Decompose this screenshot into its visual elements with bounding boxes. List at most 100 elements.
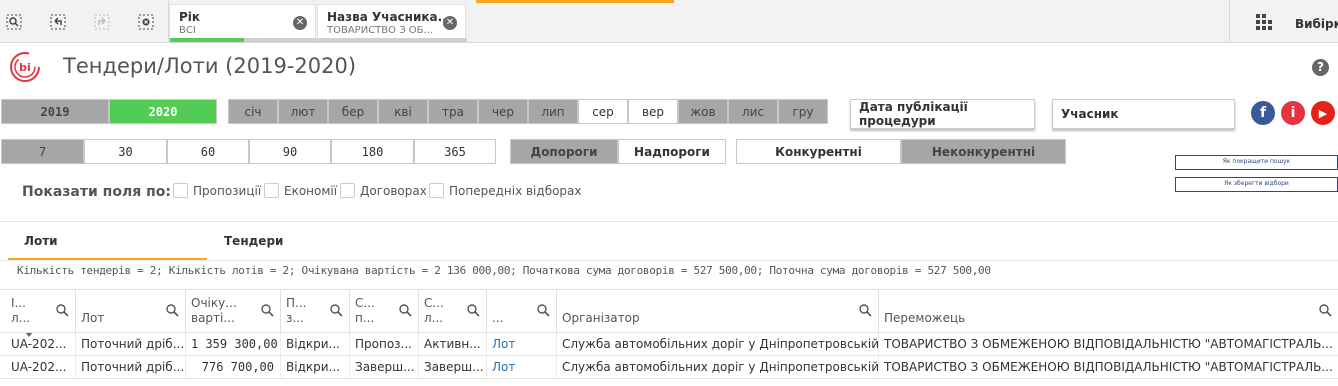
- column-title: п...: [355, 311, 375, 325]
- checkbox-box[interactable]: [340, 183, 355, 198]
- divider: [0, 260, 1338, 261]
- column-title: з...: [286, 311, 304, 325]
- checkbox-label: Пропозиції: [193, 183, 262, 198]
- bi-logo-icon: bi: [10, 52, 40, 82]
- days-button[interactable]: 30: [84, 139, 167, 164]
- search-icon[interactable]: [56, 304, 69, 317]
- month-button[interactable]: гру: [778, 99, 828, 124]
- search-icon[interactable]: [399, 304, 412, 317]
- youtube-icon[interactable]: ▶: [1311, 101, 1335, 125]
- lot-link[interactable]: Лот: [487, 333, 557, 355]
- table-cell[interactable]: Активн...: [419, 333, 487, 355]
- column-header-organizer[interactable]: Організатор: [557, 290, 879, 332]
- step-back-icon[interactable]: [45, 9, 71, 35]
- column-header-link[interactable]: ...: [487, 290, 557, 332]
- checkbox-prequalification[interactable]: Попередніх відборах: [429, 183, 582, 198]
- days-button[interactable]: 180: [331, 139, 414, 164]
- month-button[interactable]: сер: [578, 99, 628, 124]
- days-button[interactable]: 60: [167, 139, 249, 164]
- table-cell[interactable]: UA-202...: [6, 356, 76, 378]
- table-cell[interactable]: Відкри...: [281, 333, 350, 355]
- table-cell[interactable]: Заверш...: [419, 356, 487, 378]
- search-icon[interactable]: [859, 304, 872, 317]
- month-button[interactable]: лют: [278, 99, 328, 124]
- column-title: ...: [492, 311, 504, 325]
- column-header-lot[interactable]: Лот: [76, 290, 186, 332]
- month-button[interactable]: кві: [378, 99, 428, 124]
- checkbox-contracts[interactable]: Договорах: [340, 183, 427, 198]
- year-2019-button[interactable]: 2019: [1, 99, 109, 124]
- publication-date-dropdown[interactable]: Дата публікації процедури: [850, 99, 1035, 129]
- month-button[interactable]: січ: [228, 99, 278, 124]
- selections-button[interactable]: Вибірки: [1295, 17, 1338, 31]
- search-icon[interactable]: [261, 304, 274, 317]
- checkbox-box[interactable]: [173, 183, 188, 198]
- selection-state-bar: [170, 38, 244, 42]
- help-icon[interactable]: ?: [1312, 59, 1329, 76]
- table-cell[interactable]: Пропоз...: [350, 333, 419, 355]
- step-forward-icon[interactable]: [89, 9, 115, 35]
- table-cell[interactable]: ТОВАРИСТВО З ОБМЕЖЕНОЮ ВІДПОВІДАЛЬНІСТЮ …: [879, 333, 1338, 355]
- table-cell[interactable]: Поточний дріб...: [76, 356, 186, 378]
- search-icon[interactable]: [330, 304, 343, 317]
- tab-tenders[interactable]: Тендери: [224, 234, 283, 248]
- year-2020-button[interactable]: 2020: [109, 99, 217, 124]
- table-cell[interactable]: Відкри...: [281, 356, 350, 378]
- month-button[interactable]: лип: [528, 99, 578, 124]
- table-cell[interactable]: Служба автомобільних доріг у Дніпропетро…: [557, 333, 879, 355]
- search-icon[interactable]: [537, 304, 550, 317]
- month-button[interactable]: вер: [628, 99, 678, 124]
- participant-dropdown[interactable]: Учасник: [1052, 99, 1235, 129]
- month-button[interactable]: тра: [428, 99, 478, 124]
- month-button[interactable]: жов: [678, 99, 728, 124]
- column-header-procedure[interactable]: П... з...: [281, 290, 350, 332]
- column-header-status-lot[interactable]: С... л...: [419, 290, 487, 332]
- column-header-winner[interactable]: Переможець: [879, 290, 1338, 332]
- close-icon[interactable]: ✕: [443, 16, 457, 30]
- table-cell[interactable]: 776 700,00: [186, 356, 281, 378]
- checkbox-box[interactable]: [429, 183, 444, 198]
- clear-selections-icon[interactable]: [133, 9, 159, 35]
- month-button[interactable]: лис: [728, 99, 778, 124]
- competitive-button[interactable]: Конкурентні: [736, 139, 901, 164]
- selection-chip-year[interactable]: Рік ВСІ ✕: [169, 4, 317, 42]
- tab-lots[interactable]: Лоти: [24, 234, 58, 248]
- checkbox-proposals[interactable]: Пропозиції: [173, 183, 261, 198]
- search-icon[interactable]: [1319, 304, 1332, 317]
- column-header-id[interactable]: І... л...: [6, 290, 76, 332]
- below-threshold-button[interactable]: Допороги: [510, 139, 618, 164]
- table-cell[interactable]: Заверш...: [350, 356, 419, 378]
- table-cell[interactable]: UA-202...: [6, 333, 76, 355]
- table-cell[interactable]: Поточний дріб...: [76, 333, 186, 355]
- days-button[interactable]: 365: [414, 139, 496, 164]
- month-button[interactable]: чер: [478, 99, 528, 124]
- month-button[interactable]: бер: [328, 99, 378, 124]
- days-button[interactable]: 7: [1, 139, 84, 164]
- column-header-expected-value[interactable]: Очіку... варті...: [186, 290, 281, 332]
- table-cell[interactable]: Служба автомобільних доріг у Дніпропетро…: [557, 356, 879, 378]
- checkbox-savings[interactable]: Економії: [264, 183, 337, 198]
- column-header-status-procedure[interactable]: С... п...: [350, 290, 419, 332]
- search-icon[interactable]: [467, 304, 480, 317]
- above-threshold-button[interactable]: Надпороги: [618, 139, 726, 164]
- lot-link[interactable]: Лот: [487, 356, 557, 378]
- smart-search-icon[interactable]: [1, 9, 27, 35]
- column-title: варті...: [191, 311, 235, 325]
- table-cell[interactable]: 1 359 300,00: [186, 333, 281, 355]
- grid-icon[interactable]: [1255, 13, 1273, 31]
- show-fields-label: Показати поля по:: [22, 184, 171, 200]
- checkbox-box[interactable]: [264, 183, 279, 198]
- table-cell[interactable]: ТОВАРИСТВО З ОБМЕЖЕНОЮ ВІДПОВІДАЛЬНІСТЮ …: [879, 356, 1338, 378]
- column-title: П...: [286, 296, 307, 310]
- noncompetitive-button[interactable]: Неконкурентні: [901, 139, 1066, 164]
- selection-placeholder-line: [476, 0, 674, 3]
- save-selections-link[interactable]: Як зберегти відбори: [1175, 177, 1338, 192]
- improve-search-link[interactable]: Як покращити пошук: [1175, 155, 1338, 170]
- close-icon[interactable]: ✕: [293, 16, 307, 30]
- column-title: С...: [424, 296, 444, 310]
- days-button[interactable]: 90: [249, 139, 331, 164]
- facebook-icon[interactable]: f: [1251, 101, 1275, 125]
- info-icon[interactable]: i: [1281, 101, 1305, 125]
- search-icon[interactable]: [166, 304, 179, 317]
- selection-chip-participant[interactable]: Назва Учасника... ТОВАРИСТВО З ОБ... ✕: [317, 4, 467, 42]
